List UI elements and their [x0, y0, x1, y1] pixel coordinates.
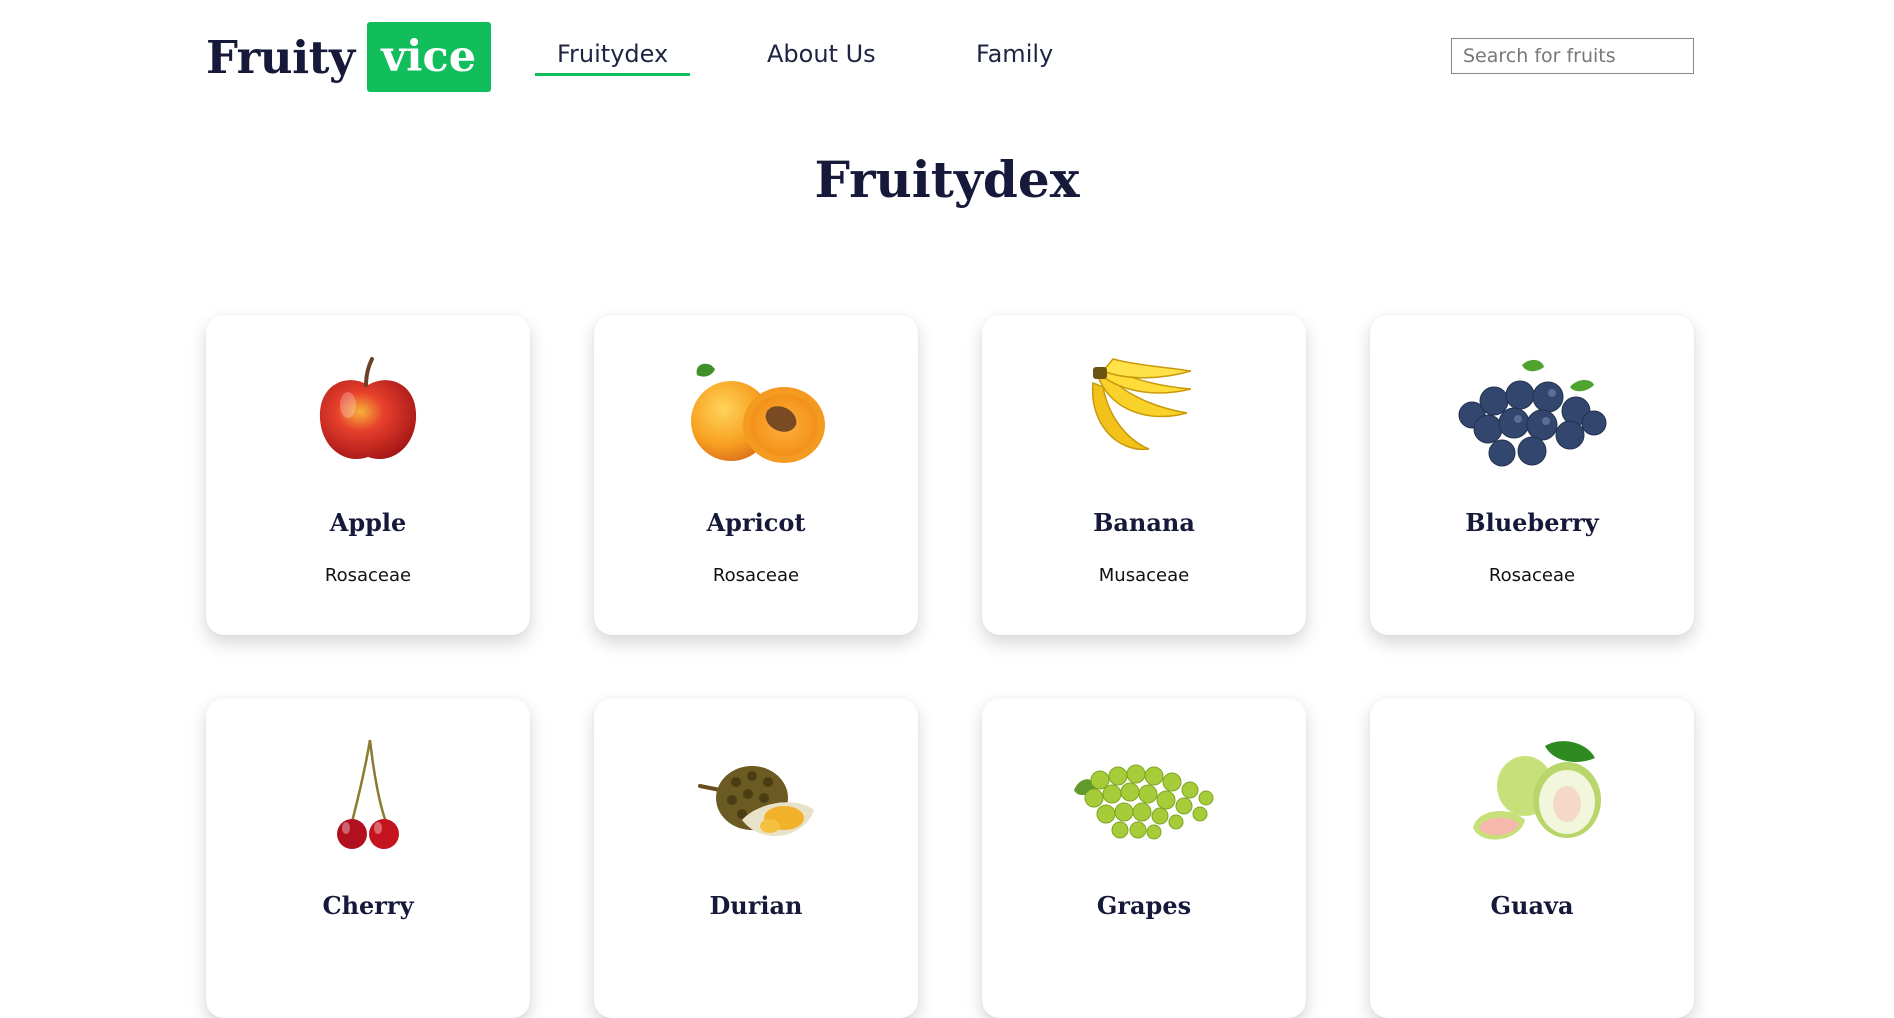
- logo-text-badge: vice: [366, 22, 491, 92]
- fruit-name: Apricot: [706, 508, 806, 537]
- fruit-family: Rosaceae: [1488, 565, 1576, 586]
- fruit-card-cherry[interactable]: Cherry: [206, 698, 530, 1018]
- fruit-card-guava[interactable]: Guava: [1370, 698, 1694, 1018]
- guava-icon: [1473, 741, 1601, 840]
- fruit-name: Grapes: [1096, 891, 1192, 920]
- fruit-card-grapes[interactable]: Grapes: [982, 698, 1306, 1018]
- fruit-name: Durian: [709, 891, 803, 920]
- fruit-family: Rosaceae: [712, 565, 800, 586]
- fruit-image: [1370, 353, 1694, 473]
- fruit-name: Guava: [1490, 891, 1574, 920]
- fruit-image: [206, 736, 530, 856]
- search-input[interactable]: [1451, 38, 1694, 74]
- fruit-name: Cherry: [322, 891, 414, 920]
- fruit-name: Apple: [329, 508, 407, 537]
- nav-item-family[interactable]: Family: [976, 40, 1053, 68]
- fruit-image: [982, 353, 1306, 473]
- blueberry-icon: [1458, 359, 1607, 467]
- site-header: Fruity vice Fruitydex About Us Family: [0, 0, 1894, 115]
- cherry-icon: [337, 739, 399, 849]
- fruit-name: Blueberry: [1465, 508, 1599, 537]
- fruit-image: [594, 736, 918, 856]
- banana-icon: [1091, 358, 1192, 451]
- grapes-icon: [1074, 764, 1214, 840]
- apricot-icon: [691, 363, 825, 463]
- apple-icon: [319, 357, 417, 460]
- fruit-image: [206, 353, 530, 473]
- fruit-card-blueberry[interactable]: Blueberry Rosaceae: [1370, 315, 1694, 635]
- fruit-name: Banana: [1093, 508, 1195, 537]
- site-logo[interactable]: Fruity vice: [206, 22, 491, 92]
- fruit-image: [594, 353, 918, 473]
- fruit-image: [1370, 736, 1694, 856]
- fruit-card-durian[interactable]: Durian: [594, 698, 918, 1018]
- fruit-family: Musaceae: [1098, 565, 1190, 586]
- nav-item-about-us[interactable]: About Us: [767, 40, 876, 68]
- durian-icon: [698, 766, 814, 837]
- fruit-card-banana[interactable]: Banana Musaceae: [982, 315, 1306, 635]
- fruit-family: Rosaceae: [324, 565, 412, 586]
- page-title: Fruitydex: [814, 150, 1080, 209]
- fruit-image: [982, 736, 1306, 856]
- fruit-card-apple[interactable]: Apple Rosaceae: [206, 315, 530, 635]
- logo-text-primary: Fruity: [206, 30, 355, 84]
- fruit-card-apricot[interactable]: Apricot Rosaceae: [594, 315, 918, 635]
- nav-item-fruitydex[interactable]: Fruitydex: [534, 40, 691, 76]
